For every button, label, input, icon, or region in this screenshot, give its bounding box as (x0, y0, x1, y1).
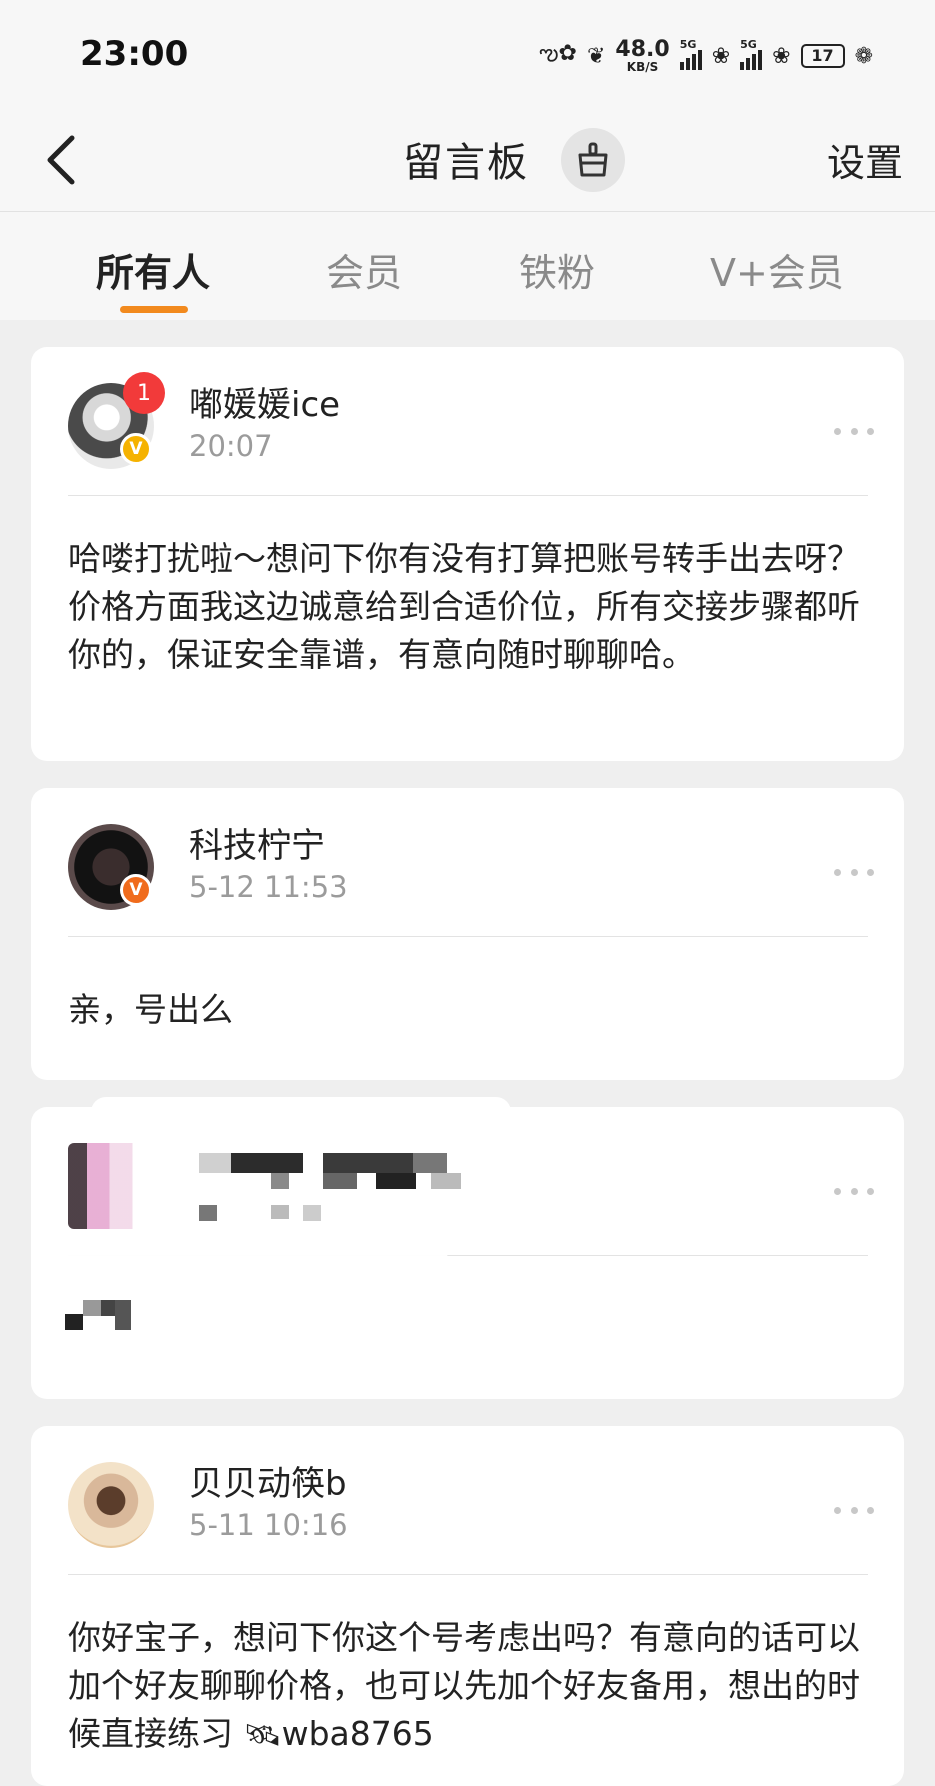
message-text: 你好宝子，想问下你这个号考虑出吗？有意向的话可以加个好友聊聊价格，也可以先加个好… (68, 1614, 868, 1760)
redaction-smudge (31, 1247, 451, 1287)
message-time: 20:07 (189, 429, 273, 463)
unread-count-badge: 1 (123, 372, 165, 414)
message-time: 5-12 11:53 (189, 870, 348, 904)
signal-icon: 5G (679, 38, 702, 70)
active-tab-indicator (120, 306, 188, 313)
status-bar: 23:00 ఌ✿ ❦ 48.0 KB/S 5G ❀ 5G ❀ 17 ❁ (0, 0, 935, 108)
more-options-button[interactable] (834, 862, 874, 882)
network-speed-unit: KB/S (626, 60, 659, 74)
back-button[interactable] (30, 128, 90, 192)
avatar[interactable] (68, 1462, 154, 1548)
divider (68, 1574, 868, 1575)
decorative-icon: ❀ (711, 43, 731, 69)
page-title: 留言板 (403, 140, 529, 186)
message-card: V 科技柠宁 5-12 11:53 亲，号出么 (31, 788, 904, 1080)
signal-label: 5G (679, 38, 697, 51)
divider (68, 936, 868, 937)
signal-icon: 5G (740, 38, 763, 70)
decorative-icon: ఌ✿ (539, 41, 577, 66)
tab-everyone[interactable]: 所有人 (96, 242, 210, 297)
tab-fans[interactable]: 铁粉 (519, 242, 595, 297)
network-speed: 48.0 KB/S (615, 37, 670, 74)
message-time: 5-11 10:16 (189, 1508, 348, 1542)
message-card: V 1 嘟媛媛ice 20:07 哈喽打扰啦～想问下你有没有打算把账号转手出去呀… (31, 347, 904, 761)
redaction-smudge (91, 1097, 511, 1127)
verified-badge-icon: V (120, 433, 152, 465)
satellite-icon: 🛰 (243, 1718, 282, 1753)
network-speed-value: 48.0 (615, 37, 670, 62)
decorative-icon: ❁ (854, 43, 873, 69)
more-options-button[interactable] (834, 421, 874, 441)
signal-label: 5G (740, 38, 757, 51)
decorative-icon: ❦ (586, 43, 606, 69)
message-body: 你好宝子，想问下你这个号考虑出吗？有意向的话可以加个好友聊聊价格，也可以先加个好… (68, 1618, 860, 1753)
decorative-icon: ❀ (772, 43, 791, 69)
tab-members[interactable]: 会员 (326, 242, 402, 297)
message-card: 贝贝动筷b 5-11 10:16 你好宝子，想问下你这个号考虑出吗？有意向的话可… (31, 1426, 904, 1786)
tab-vplus-members[interactable]: V+会员 (710, 242, 844, 297)
battery-icon: 17 (800, 44, 845, 68)
contact-id: wba8765 (281, 1714, 434, 1753)
broom-icon (578, 142, 608, 177)
more-options-button[interactable] (834, 1181, 874, 1201)
more-options-button[interactable] (834, 1500, 874, 1520)
status-icons: ఌ✿ ❦ 48.0 KB/S 5G ❀ 5G ❀ 17 ❁ (539, 36, 873, 76)
username[interactable]: 嘟媛媛ice (189, 377, 340, 426)
settings-button[interactable]: 设置 (827, 132, 903, 187)
message-card-redacted (31, 1097, 904, 1399)
username[interactable]: 贝贝动筷b (189, 1456, 347, 1505)
divider (68, 495, 868, 496)
clean-button[interactable] (561, 128, 625, 192)
avatar-redacted (68, 1143, 154, 1229)
username[interactable]: 科技柠宁 (189, 818, 325, 867)
status-time: 23:00 (80, 34, 189, 74)
message-text: 哈喽打扰啦～想问下你有没有打算把账号转手出去呀？价格方面我这边诚意给到合适价位，… (68, 539, 860, 674)
verified-badge-icon: V (120, 874, 152, 906)
message-text: 亲，号出么 (68, 990, 233, 1029)
tab-bar: 所有人 会员 铁粉 V+会员 (0, 212, 935, 320)
chevron-left-icon (47, 135, 75, 185)
navigation-header: 留言板 设置 (0, 108, 935, 212)
